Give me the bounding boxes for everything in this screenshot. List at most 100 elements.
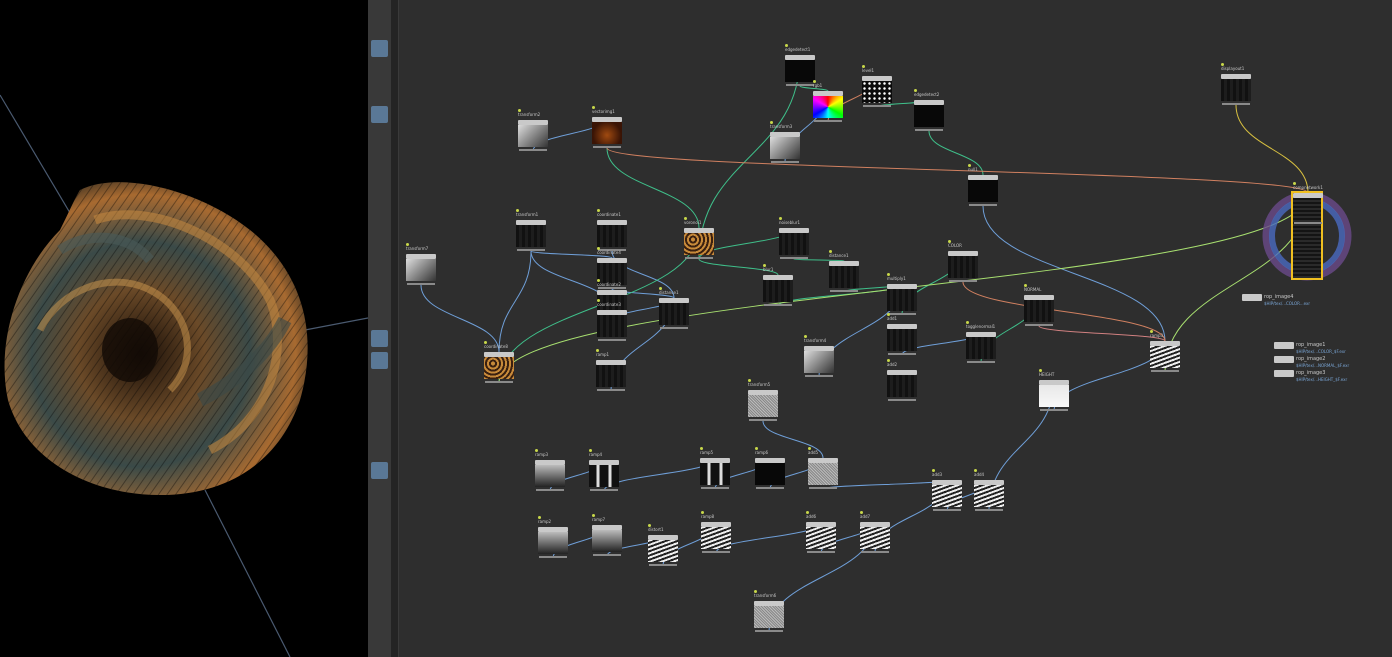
node-output-bar[interactable] — [949, 280, 977, 282]
node-transform3[interactable]: transform3 — [770, 121, 800, 163]
node-output-bar[interactable] — [536, 489, 564, 491]
node-ramp3[interactable]: ramp3 — [1150, 330, 1180, 372]
wire[interactable] — [982, 205, 1166, 342]
node-output-bar[interactable] — [597, 389, 625, 391]
node-output-bar[interactable] — [756, 487, 784, 489]
node-voronoi1[interactable]: voronoi1 — [684, 217, 714, 259]
node-output-bar[interactable] — [809, 487, 837, 489]
node-ramp1[interactable]: ramp1 — [596, 349, 626, 391]
node-color[interactable]: COLOR — [948, 240, 978, 282]
node-output-bar[interactable] — [888, 313, 916, 315]
wire[interactable] — [420, 284, 500, 353]
wire[interactable] — [606, 147, 1309, 194]
node-coordinate3[interactable]: coordinate3 — [597, 299, 627, 341]
node-transform7[interactable]: transform7 — [406, 243, 436, 285]
node-ramp3[interactable]: ramp3 — [535, 449, 565, 491]
node-normal[interactable]: NORMAL — [1024, 284, 1054, 326]
node-output-bar[interactable] — [649, 564, 677, 566]
save-icon[interactable] — [371, 2, 388, 19]
node-output-bar[interactable] — [807, 551, 835, 553]
node-output-bar[interactable] — [786, 84, 814, 86]
node-output-bar[interactable] — [933, 509, 961, 511]
wire[interactable] — [822, 479, 948, 490]
node-output-bar[interactable] — [861, 551, 889, 553]
node-output-bar[interactable] — [685, 257, 713, 259]
avatar-icon[interactable] — [371, 462, 388, 479]
node-ramp5[interactable]: ramp5 — [700, 447, 730, 489]
node-output-bar[interactable] — [702, 551, 730, 553]
node-multiply1[interactable]: multiply1 — [887, 273, 917, 315]
node-transform1[interactable]: transform1 — [516, 209, 546, 251]
node-output-bar[interactable] — [1040, 409, 1068, 411]
node-height[interactable]: HEIGHT — [1039, 369, 1069, 411]
fill-12-icon[interactable] — [371, 286, 388, 303]
node-output-bar[interactable] — [407, 283, 435, 285]
rop-output-node[interactable]: rop_image4 $HIP/tex/...COLOR...exr — [1242, 294, 1310, 306]
node-add5[interactable]: add5 — [808, 447, 838, 489]
node-add6[interactable]: add6 — [806, 511, 836, 553]
node-add7[interactable]: add7 — [860, 511, 890, 553]
node-output-bar[interactable] — [593, 146, 621, 148]
node-edgedetect2[interactable]: edgedetect2 — [914, 89, 944, 131]
rop-output-node[interactable]: rop_image3 $HIP/tex/...HEIGHT_$F.exr — [1274, 370, 1347, 382]
eyedropper-icon[interactable] — [371, 220, 388, 237]
node-output-bar[interactable] — [660, 327, 688, 329]
diamond-icon[interactable] — [371, 374, 388, 391]
node-output-bar[interactable] — [975, 509, 1003, 511]
close-icon[interactable] — [371, 18, 388, 35]
node-ramp4[interactable]: ramp4 — [589, 449, 619, 491]
node-compnetwork1[interactable]: compnetwork1 — [1291, 182, 1323, 280]
node-displayout1[interactable]: displayout1 — [1221, 63, 1251, 105]
node-add3[interactable]: add3 — [932, 469, 962, 511]
node-output-bar[interactable] — [888, 399, 916, 401]
skull-icon[interactable] — [371, 82, 388, 99]
render-icon[interactable] — [371, 150, 388, 167]
node-add2[interactable]: add2 — [887, 359, 917, 401]
node-null1[interactable]: null1 — [968, 164, 998, 206]
ramp-icon[interactable] — [371, 330, 388, 347]
node-rgb1[interactable]: rgb1 — [813, 80, 843, 122]
node-output-bar[interactable] — [969, 204, 997, 206]
node-output-bar[interactable] — [863, 105, 891, 107]
node-output-bar[interactable] — [517, 249, 545, 251]
eye-icon[interactable] — [371, 128, 388, 145]
wire[interactable] — [603, 457, 716, 492]
3d-viewport[interactable] — [0, 0, 368, 657]
node-output-bar[interactable] — [967, 361, 995, 363]
node-output-bar[interactable] — [539, 556, 567, 558]
node-ramp6[interactable]: ramp6 — [755, 447, 785, 489]
node-add4[interactable]: add4 — [974, 469, 1004, 511]
transform-icon[interactable] — [371, 418, 388, 435]
node-output-bar[interactable] — [1222, 103, 1250, 105]
node-transform5[interactable]: transform5 — [748, 379, 778, 421]
node-distance1[interactable]: distance1 — [659, 287, 689, 329]
node-noiseblur1[interactable]: noiseblur1 — [779, 217, 809, 259]
node-transform4[interactable]: transform4 — [804, 335, 834, 377]
node-togglenormal1[interactable]: togglenormal1 — [966, 321, 996, 363]
node-vectorimg1[interactable]: vectorimg1 — [592, 106, 622, 148]
pane-splitter[interactable] — [391, 0, 399, 657]
paint-12-icon[interactable] — [371, 242, 388, 259]
node-ramp8[interactable]: ramp8 — [701, 511, 731, 553]
node-output-bar[interactable] — [1025, 324, 1053, 326]
wire[interactable] — [1038, 325, 1166, 342]
node-ramp7[interactable]: ramp7 — [592, 514, 622, 556]
node-output-bar[interactable] — [888, 353, 916, 355]
node-output-bar[interactable] — [1294, 222, 1322, 224]
node-output-bar[interactable] — [805, 375, 833, 377]
node-output-bar[interactable] — [771, 161, 799, 163]
node-blur1[interactable]: blur1 — [763, 264, 793, 306]
node-coordinate1[interactable]: coordinate1 — [597, 209, 627, 251]
node-output-bar[interactable] — [598, 339, 626, 341]
camera-icon[interactable] — [371, 40, 388, 57]
node-output-bar[interactable] — [749, 419, 777, 421]
node-output-bar[interactable] — [590, 489, 618, 491]
wire[interactable] — [1235, 104, 1309, 194]
box-icon[interactable] — [371, 440, 388, 457]
node-output-bar[interactable] — [598, 287, 626, 289]
node-ramp2[interactable]: ramp2 — [538, 516, 568, 558]
node-output-bar[interactable] — [780, 257, 808, 259]
node-output-bar[interactable] — [1151, 370, 1179, 372]
rop-output-node[interactable]: rop_image1 $HIP/tex/...COLOR_$F.exr — [1274, 342, 1346, 354]
node-transform6[interactable]: transform6 — [754, 590, 784, 632]
